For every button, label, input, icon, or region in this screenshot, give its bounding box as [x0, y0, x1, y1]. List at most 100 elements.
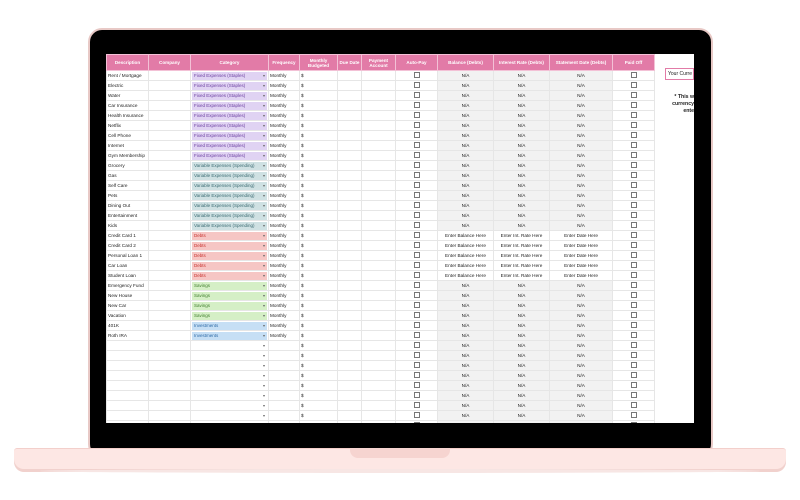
frequency-cell[interactable]: Monthly	[268, 330, 300, 341]
frequency-cell[interactable]: Monthly	[268, 100, 300, 111]
interest-rate-cell[interactable]: N/A	[493, 330, 550, 341]
chevron-down-icon[interactable]: ▾	[263, 402, 265, 410]
budget-cell[interactable]: $	[299, 220, 338, 231]
paid-off-cell[interactable]	[612, 340, 655, 351]
budget-cell[interactable]: $	[299, 180, 338, 191]
budget-cell[interactable]: $	[299, 280, 338, 291]
category-dropdown[interactable]: Savings ▾	[192, 311, 267, 320]
chevron-down-icon[interactable]: ▾	[263, 322, 265, 330]
company-cell[interactable]	[148, 80, 191, 91]
frequency-cell[interactable]: Monthly	[268, 150, 300, 161]
autopay-checkbox[interactable]	[413, 382, 420, 389]
payment-account-cell[interactable]	[361, 90, 396, 101]
category-dropdown[interactable]: Fixed Expenses (Staples) ▾	[192, 131, 267, 140]
frequency-cell[interactable]: Monthly	[268, 130, 300, 141]
category-dropdown[interactable]: Investments ▾	[192, 321, 267, 330]
company-cell[interactable]	[148, 240, 191, 251]
paid-off-checkbox[interactable]	[630, 392, 637, 399]
category-cell[interactable]: Savings ▾	[190, 300, 269, 311]
budget-cell[interactable]: $	[299, 300, 338, 311]
company-cell[interactable]	[148, 370, 191, 381]
due-date-cell[interactable]	[337, 410, 362, 421]
due-date-cell[interactable]	[337, 150, 362, 161]
autopay-checkbox[interactable]	[413, 192, 420, 199]
autopay-checkbox[interactable]	[413, 262, 420, 269]
paid-off-checkbox[interactable]	[630, 282, 637, 289]
balance-cell[interactable]: N/A	[437, 410, 494, 421]
interest-rate-cell[interactable]: N/A	[493, 120, 550, 131]
description-cell[interactable]	[106, 390, 149, 401]
balance-cell[interactable]: N/A	[437, 130, 494, 141]
statement-date-cell[interactable]: N/A	[549, 170, 613, 181]
autopay-cell[interactable]	[395, 300, 438, 311]
due-date-cell[interactable]	[337, 100, 362, 111]
paid-off-cell[interactable]	[612, 250, 655, 261]
chevron-down-icon[interactable]: ▾	[263, 352, 265, 360]
frequency-cell[interactable]	[268, 350, 300, 361]
autopay-cell[interactable]	[395, 390, 438, 401]
statement-date-cell[interactable]: N/A	[549, 380, 613, 391]
category-cell[interactable]: Fixed Expenses (Staples) ▾	[190, 150, 269, 161]
statement-date-cell[interactable]: N/A	[549, 420, 613, 423]
due-date-cell[interactable]	[337, 420, 362, 423]
autopay-cell[interactable]	[395, 160, 438, 171]
budget-cell[interactable]: $	[299, 370, 338, 381]
interest-rate-cell[interactable]: N/A	[493, 300, 550, 311]
autopay-cell[interactable]	[395, 270, 438, 281]
paid-off-cell[interactable]	[612, 220, 655, 231]
company-cell[interactable]	[148, 250, 191, 261]
paid-off-checkbox[interactable]	[630, 382, 637, 389]
category-dropdown[interactable]: Variable Expenses (Spending) ▾	[192, 201, 267, 210]
autopay-checkbox[interactable]	[413, 112, 420, 119]
company-cell[interactable]	[148, 420, 191, 423]
category-cell[interactable]: ▾	[190, 340, 269, 351]
category-dropdown[interactable]: ▾	[192, 392, 267, 400]
autopay-cell[interactable]	[395, 230, 438, 241]
col-header[interactable]: Auto-Pay	[395, 54, 438, 71]
autopay-cell[interactable]	[395, 350, 438, 361]
col-header[interactable]: Description	[106, 54, 149, 71]
statement-date-cell[interactable]: N/A	[549, 110, 613, 121]
chevron-down-icon[interactable]: ▾	[263, 282, 265, 290]
company-cell[interactable]	[148, 130, 191, 141]
frequency-cell[interactable]: Monthly	[268, 90, 300, 101]
category-cell[interactable]: Variable Expenses (Spending) ▾	[190, 170, 269, 181]
payment-account-cell[interactable]	[361, 240, 396, 251]
frequency-cell[interactable]: Monthly	[268, 110, 300, 121]
due-date-cell[interactable]	[337, 390, 362, 401]
paid-off-cell[interactable]	[612, 360, 655, 371]
statement-date-cell[interactable]: N/A	[549, 280, 613, 291]
statement-date-cell[interactable]: N/A	[549, 200, 613, 211]
frequency-cell[interactable]	[268, 340, 300, 351]
interest-rate-cell[interactable]: N/A	[493, 190, 550, 201]
statement-date-cell[interactable]: Enter Date Here	[549, 260, 613, 271]
autopay-cell[interactable]	[395, 80, 438, 91]
due-date-cell[interactable]	[337, 260, 362, 271]
budget-cell[interactable]: $	[299, 310, 338, 321]
interest-rate-cell[interactable]: N/A	[493, 370, 550, 381]
due-date-cell[interactable]	[337, 230, 362, 241]
company-cell[interactable]	[148, 210, 191, 221]
category-dropdown[interactable]: Fixed Expenses (Staples) ▾	[192, 151, 267, 160]
statement-date-cell[interactable]: N/A	[549, 390, 613, 401]
autopay-cell[interactable]	[395, 310, 438, 321]
autopay-cell[interactable]	[395, 280, 438, 291]
chevron-down-icon[interactable]: ▾	[263, 102, 265, 110]
category-dropdown[interactable]: Debts ▾	[192, 271, 267, 280]
frequency-cell[interactable]: Monthly	[268, 70, 300, 81]
category-cell[interactable]: Fixed Expenses (Staples) ▾	[190, 90, 269, 101]
description-cell[interactable]: Car Loan	[106, 260, 149, 271]
paid-off-checkbox[interactable]	[630, 272, 637, 279]
autopay-cell[interactable]	[395, 130, 438, 141]
company-cell[interactable]	[148, 300, 191, 311]
interest-rate-cell[interactable]: N/A	[493, 150, 550, 161]
company-cell[interactable]	[148, 320, 191, 331]
paid-off-checkbox[interactable]	[630, 242, 637, 249]
budget-cell[interactable]: $	[299, 340, 338, 351]
balance-cell[interactable]: N/A	[437, 380, 494, 391]
payment-account-cell[interactable]	[361, 420, 396, 423]
payment-account-cell[interactable]	[361, 140, 396, 151]
interest-rate-cell[interactable]: Enter Int. Rate Here	[493, 270, 550, 281]
frequency-cell[interactable]: Monthly	[268, 160, 300, 171]
chevron-down-icon[interactable]: ▾	[263, 192, 265, 200]
